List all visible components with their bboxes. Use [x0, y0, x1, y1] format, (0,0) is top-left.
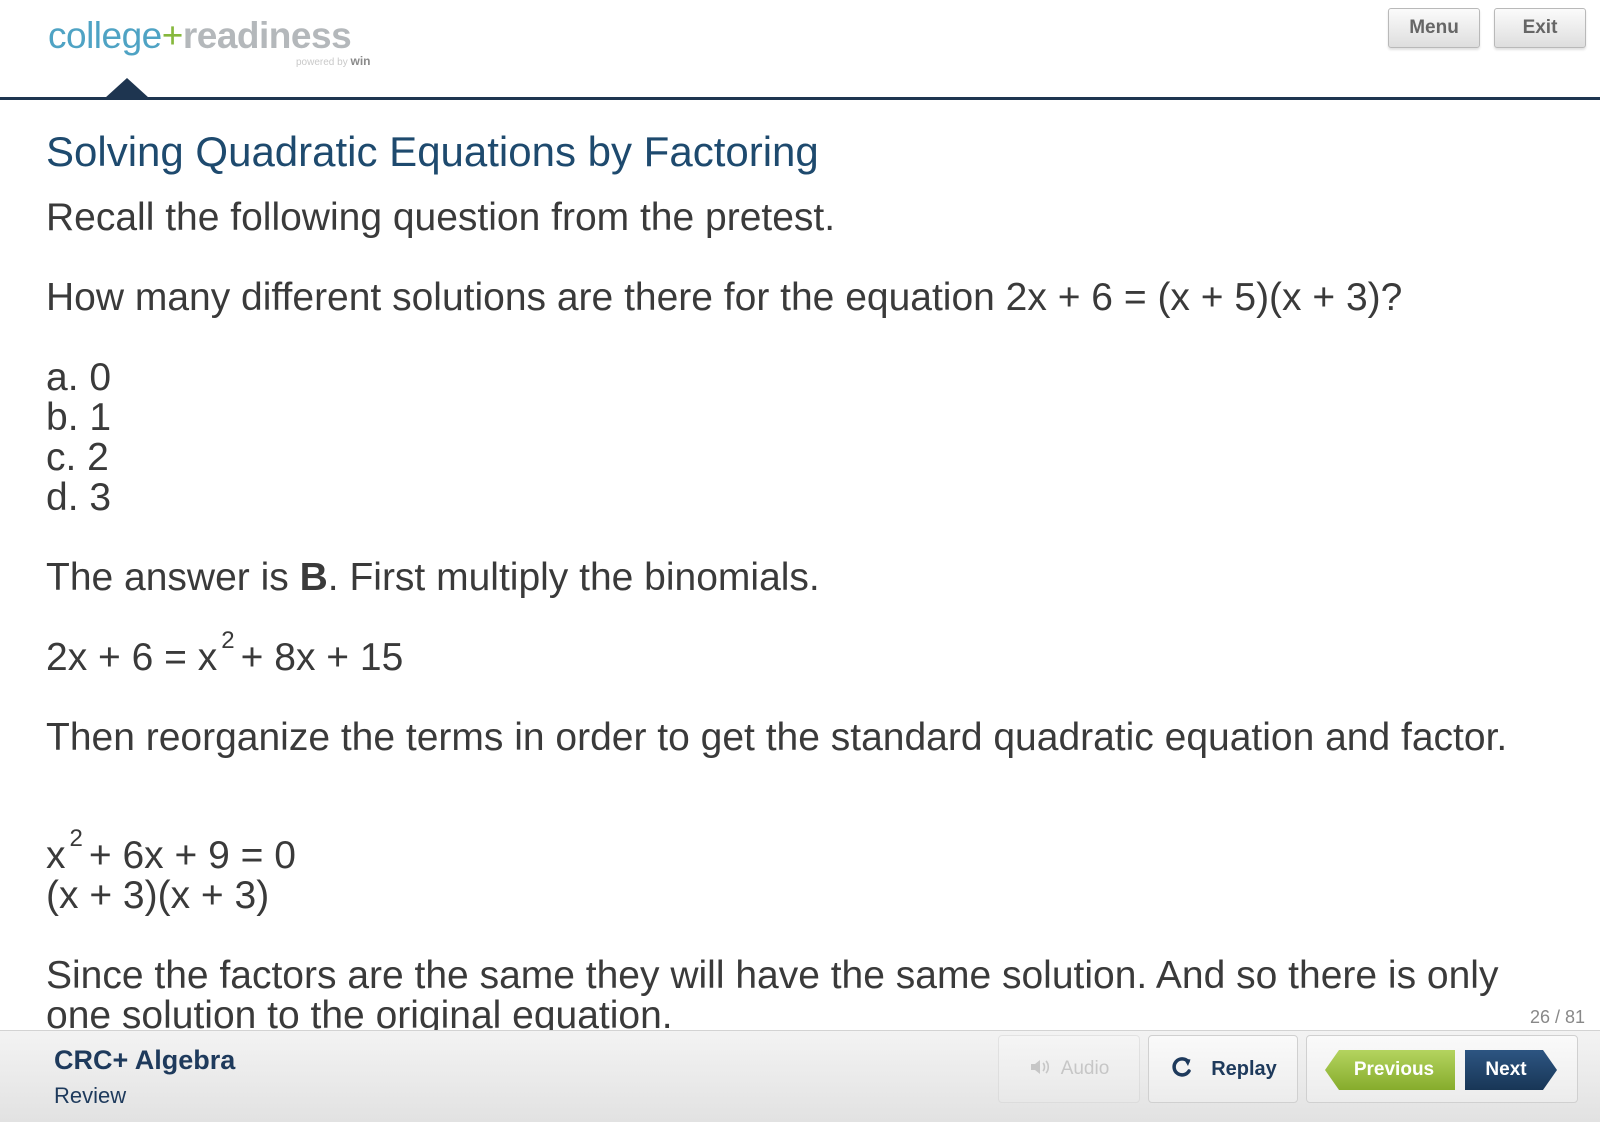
- factored-equation: (x + 3)(x + 3): [46, 874, 270, 917]
- logo-powered-by: powered by win: [296, 54, 371, 68]
- lesson-content: Solving Quadratic Equations by Factoring…: [46, 118, 1546, 1030]
- header-divider: [0, 97, 1600, 100]
- logo: college+readiness powered by win: [48, 14, 370, 74]
- course-title: CRC+ Algebra: [54, 1045, 236, 1075]
- intro-text: Recall the following question from the p…: [46, 196, 836, 239]
- replay-icon: [1169, 1054, 1195, 1085]
- app-header: college+readiness powered by win Menu Ex…: [0, 0, 1600, 100]
- lesson-title: Solving Quadratic Equations by Factoring: [46, 128, 819, 175]
- header-notch-indicator: [105, 78, 149, 98]
- page-counter: 26 / 81: [1530, 1007, 1586, 1027]
- audio-label: Audio: [1060, 1058, 1110, 1079]
- replay-button[interactable]: Replay: [1148, 1035, 1298, 1103]
- answer-option: b. 1: [46, 396, 112, 439]
- answer-option: d. 3: [46, 476, 112, 519]
- next-button[interactable]: Next: [1465, 1050, 1557, 1090]
- question-text: How many different solutions are there f…: [46, 276, 1403, 319]
- answer-option: c. 2: [46, 436, 109, 479]
- audio-button[interactable]: Audio: [998, 1035, 1140, 1103]
- exit-button[interactable]: Exit: [1494, 8, 1586, 48]
- menu-button[interactable]: Menu: [1388, 8, 1480, 48]
- answer-letter: B: [299, 556, 328, 599]
- footer-bar: CRC+ Algebra Review Audio Replay Previou…: [0, 1030, 1600, 1122]
- navigation-group: Previous Next: [1306, 1035, 1578, 1103]
- logo-wordmark: college+readiness: [48, 15, 352, 56]
- answer-explanation: The answer is B. First multiply the bino…: [46, 556, 820, 599]
- course-subtitle: Review: [54, 1083, 127, 1108]
- exponent: 2: [221, 627, 235, 654]
- reorganize-text: Then reorganize the terms in order to ge…: [46, 716, 1508, 759]
- exponent: 2: [69, 825, 83, 852]
- answer-option: a. 0: [46, 356, 112, 399]
- conclusion-text: Since the factors are the same they will…: [46, 954, 1499, 1031]
- previous-button[interactable]: Previous: [1325, 1050, 1455, 1090]
- expanded-equation: 2x + 6 = x 2 + 8x + 15: [46, 627, 404, 679]
- replay-label: Replay: [1211, 1057, 1277, 1080]
- speaker-icon: [1029, 1058, 1053, 1081]
